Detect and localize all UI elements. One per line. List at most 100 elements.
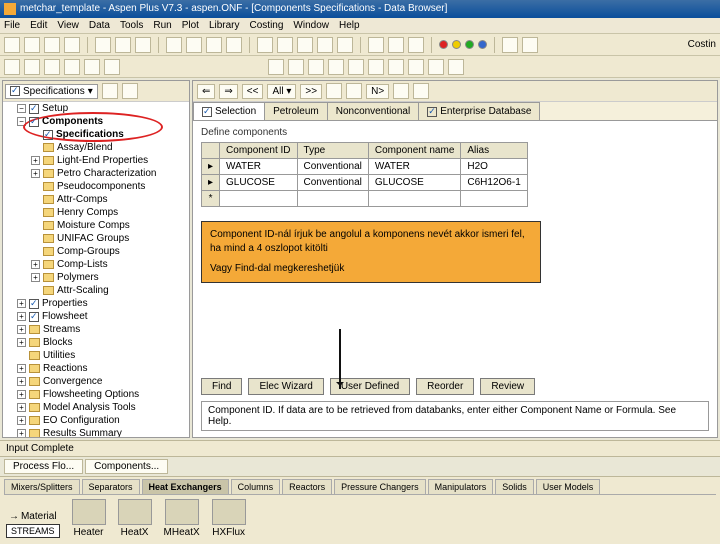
tool-icon[interactable] [502, 37, 518, 53]
palette-item-heatx[interactable]: HeatX [118, 499, 152, 538]
tree-item[interactable]: Pseudocomponents [31, 180, 189, 193]
tree-item[interactable]: +Reactions [17, 362, 189, 375]
tree-item[interactable]: +Streams [17, 323, 189, 336]
open-icon[interactable] [24, 37, 40, 53]
tree-item[interactable]: +Light-End Properties [31, 154, 189, 167]
tool-icon[interactable] [522, 37, 538, 53]
tool-icon[interactable] [84, 59, 100, 75]
menu-window[interactable]: Window [293, 20, 329, 31]
status-dot-green-icon[interactable] [465, 40, 474, 49]
tool-icon[interactable] [257, 37, 273, 53]
save-icon[interactable] [44, 37, 60, 53]
tree-item[interactable]: +Convergence [17, 375, 189, 388]
tree-item[interactable]: +Properties [17, 297, 189, 310]
col-header[interactable]: Component ID [220, 143, 297, 159]
tree-item-specifications[interactable]: Specifications [31, 128, 189, 141]
menu-view[interactable]: View [57, 20, 79, 31]
tree-item[interactable]: Attr-Comps [31, 193, 189, 206]
step-icon[interactable] [206, 37, 222, 53]
copy-icon[interactable] [115, 37, 131, 53]
tool-icon[interactable] [428, 59, 444, 75]
tool-icon[interactable] [337, 37, 353, 53]
cut-icon[interactable] [95, 37, 111, 53]
menu-data[interactable]: Data [89, 20, 110, 31]
tree-tool-icon[interactable] [122, 83, 138, 99]
print-icon[interactable] [64, 37, 80, 53]
tool-icon[interactable] [393, 83, 409, 99]
tab-petroleum[interactable]: Petroleum [264, 102, 328, 120]
tool-icon[interactable] [268, 59, 284, 75]
tool-icon[interactable] [388, 59, 404, 75]
tool-icon[interactable] [346, 83, 362, 99]
palette-item-mheatx[interactable]: MHeatX [164, 499, 200, 538]
palette-tab[interactable]: Mixers/Splitters [4, 479, 80, 494]
tool-icon[interactable] [277, 37, 293, 53]
tree-item[interactable]: +Blocks [17, 336, 189, 349]
tool-icon[interactable] [64, 59, 80, 75]
tab-nonconventional[interactable]: Nonconventional [327, 102, 420, 120]
tree-item[interactable]: +Polymers [31, 271, 189, 284]
tree-item[interactable]: +Flowsheeting Options [17, 388, 189, 401]
palette-tab[interactable]: Separators [82, 479, 140, 494]
tab-selection[interactable]: Selection [193, 102, 265, 120]
elec-wizard-button[interactable]: Elec Wizard [248, 378, 323, 395]
filter-select[interactable]: All ▾ [267, 84, 296, 99]
tree-item[interactable]: +Results Summary [17, 427, 189, 438]
tab-components[interactable]: Components... [85, 459, 168, 474]
palette-tab[interactable]: Solids [495, 479, 534, 494]
tree-item[interactable]: −Components [17, 115, 189, 128]
go-button[interactable]: N> [366, 84, 389, 99]
find-button[interactable]: Find [201, 378, 242, 395]
table-row[interactable]: ▸ WATERConventionalWATERH2O [202, 159, 528, 175]
back-button[interactable]: ⇐ [197, 84, 215, 99]
flowsheet-icon[interactable] [4, 59, 20, 75]
stop-icon[interactable] [226, 37, 242, 53]
tool-icon[interactable] [388, 37, 404, 53]
status-dot-blue-icon[interactable] [478, 40, 487, 49]
tree-item[interactable]: Comp-Groups [31, 245, 189, 258]
palette-tab[interactable]: Heat Exchangers [142, 479, 229, 494]
paste-icon[interactable] [135, 37, 151, 53]
col-header[interactable]: Component name [368, 143, 461, 159]
tool-icon[interactable] [408, 37, 424, 53]
menu-plot[interactable]: Plot [182, 20, 199, 31]
tool-icon[interactable] [328, 59, 344, 75]
menu-edit[interactable]: Edit [30, 20, 47, 31]
next-icon[interactable] [186, 37, 202, 53]
tree-item[interactable]: −Setup [17, 102, 189, 115]
tree-item[interactable]: Henry Comps [31, 206, 189, 219]
review-button[interactable]: Review [480, 378, 535, 395]
new-icon[interactable] [4, 37, 20, 53]
menu-run[interactable]: Run [153, 20, 171, 31]
tree-tool-icon[interactable] [102, 83, 118, 99]
tool-icon[interactable] [368, 59, 384, 75]
tool-icon[interactable] [297, 37, 313, 53]
col-header[interactable]: Alias [461, 143, 527, 159]
reorder-button[interactable]: Reorder [416, 378, 474, 395]
tool-icon[interactable] [413, 83, 429, 99]
tool-icon[interactable] [288, 59, 304, 75]
menu-bar[interactable]: File Edit View Data Tools Run Plot Libra… [0, 18, 720, 34]
prev-button[interactable]: << [242, 84, 264, 99]
components-table[interactable]: Component ID Type Component name Alias ▸… [201, 142, 528, 207]
tree-item[interactable]: +Model Analysis Tools [17, 401, 189, 414]
palette-tab[interactable]: Reactors [282, 479, 332, 494]
status-dot-red-icon[interactable] [439, 40, 448, 49]
palette-tab[interactable]: Manipulators [428, 479, 494, 494]
tool-icon[interactable] [408, 59, 424, 75]
menu-costing[interactable]: Costing [250, 20, 284, 31]
next-button[interactable]: >> [300, 84, 322, 99]
tree-item[interactable]: UNIFAC Groups [31, 232, 189, 245]
palette-tab[interactable]: Columns [231, 479, 281, 494]
tool-icon[interactable] [24, 59, 40, 75]
tree-selector[interactable]: Specifications▾ [5, 84, 98, 99]
tree-item[interactable]: Attr-Scaling [31, 284, 189, 297]
tree-item[interactable]: Utilities [17, 349, 189, 362]
palette-item-heater[interactable]: Heater [72, 499, 106, 538]
costing-label[interactable]: Costin [688, 39, 716, 50]
menu-library[interactable]: Library [209, 20, 240, 31]
table-row[interactable]: ▸ GLUCOSEConventionalGLUCOSEC6H12O6-1 [202, 175, 528, 191]
status-dot-yellow-icon[interactable] [452, 40, 461, 49]
col-header[interactable]: Type [297, 143, 368, 159]
tab-process-flowsheet[interactable]: Process Flo... [4, 459, 83, 474]
